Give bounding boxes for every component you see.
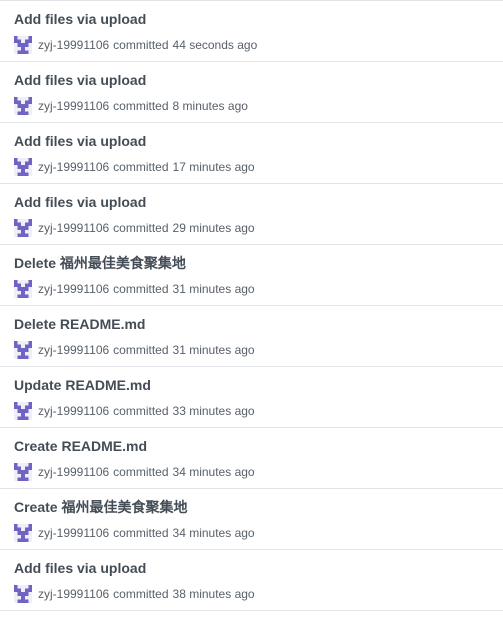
commit-row: Delete README.md zyj-19991106 committed … [0,306,503,367]
commit-row: Add files via upload zyj-19991106 commit… [0,1,503,62]
commit-message-link[interactable]: Create 福州最佳美食聚集地 [14,498,187,516]
identicon-avatar-icon[interactable] [14,402,32,420]
commit-list: Add files via upload zyj-19991106 commit… [0,0,503,611]
identicon-avatar-icon[interactable] [14,524,32,542]
commit-author-link[interactable]: zyj-19991106 [38,343,109,357]
commit-meta: zyj-19991106 committed 44 seconds ago [14,35,503,55]
commit-action: committed [113,526,169,540]
identicon-avatar-icon[interactable] [14,463,32,481]
commit-action: committed [113,99,169,113]
commit-author-link[interactable]: zyj-19991106 [38,465,109,479]
commit-message-link[interactable]: Update README.md [14,376,151,394]
commit-row: Create 福州最佳美食聚集地 zyj-19991106 committed … [0,489,503,550]
commit-message-link[interactable]: Add files via upload [14,10,146,28]
commit-meta: zyj-19991106 committed 31 minutes ago [14,340,503,360]
commit-action: committed [113,160,169,174]
commit-author-link[interactable]: zyj-19991106 [38,99,109,113]
commit-meta: zyj-19991106 committed 17 minutes ago [14,157,503,177]
commit-row: Create README.md zyj-19991106 committed … [0,428,503,489]
commit-time: 44 seconds ago [172,38,258,52]
commit-time: 34 minutes ago [172,526,255,540]
identicon-avatar-icon[interactable] [14,36,32,54]
commit-action: committed [113,465,169,479]
commit-author-link[interactable]: zyj-19991106 [38,404,109,418]
commit-message-link[interactable]: Add files via upload [14,71,146,89]
identicon-avatar-icon[interactable] [14,585,32,603]
commit-message-link[interactable]: Create README.md [14,437,147,455]
commit-message-link[interactable]: Delete 福州最佳美食聚集地 [14,254,186,272]
commit-row: Add files via upload zyj-19991106 commit… [0,123,503,184]
commit-row: Update README.md zyj-19991106 committed … [0,367,503,428]
commit-action: committed [113,38,169,52]
commit-row: Delete 福州最佳美食聚集地 zyj-19991106 committed … [0,245,503,306]
commit-time: 34 minutes ago [172,465,255,479]
commit-author-link[interactable]: zyj-19991106 [38,282,109,296]
commit-time: 33 minutes ago [172,404,255,418]
commit-time: 31 minutes ago [172,343,255,357]
commit-row: Add files via upload zyj-19991106 commit… [0,184,503,245]
commit-author-link[interactable]: zyj-19991106 [38,587,109,601]
commit-time: 31 minutes ago [172,282,255,296]
commit-meta: zyj-19991106 committed 29 minutes ago [14,218,503,238]
commit-message-link[interactable]: Add files via upload [14,193,146,211]
commit-row: Add files via upload zyj-19991106 commit… [0,62,503,123]
commit-meta: zyj-19991106 committed 33 minutes ago [14,401,503,421]
commit-meta: zyj-19991106 committed 31 minutes ago [14,279,503,299]
commit-time: 29 minutes ago [172,221,255,235]
commit-message-link[interactable]: Delete README.md [14,315,145,333]
commit-author-link[interactable]: zyj-19991106 [38,526,109,540]
identicon-avatar-icon[interactable] [14,341,32,359]
identicon-avatar-icon[interactable] [14,158,32,176]
commit-meta: zyj-19991106 committed 34 minutes ago [14,462,503,482]
identicon-avatar-icon[interactable] [14,97,32,115]
commit-time: 38 minutes ago [172,587,255,601]
identicon-avatar-icon[interactable] [14,280,32,298]
identicon-avatar-icon[interactable] [14,219,32,237]
commit-message-link[interactable]: Add files via upload [14,132,146,150]
commit-author-link[interactable]: zyj-19991106 [38,38,109,52]
commit-meta: zyj-19991106 committed 8 minutes ago [14,96,503,116]
commit-author-link[interactable]: zyj-19991106 [38,160,109,174]
commit-meta: zyj-19991106 committed 34 minutes ago [14,523,503,543]
commit-row: Add files via upload zyj-19991106 commit… [0,550,503,611]
commit-action: committed [113,404,169,418]
commit-action: committed [113,343,169,357]
commit-action: committed [113,221,169,235]
commit-author-link[interactable]: zyj-19991106 [38,221,109,235]
commit-time: 17 minutes ago [172,160,255,174]
commit-action: committed [113,587,169,601]
commit-time: 8 minutes ago [172,99,248,113]
commit-meta: zyj-19991106 committed 38 minutes ago [14,584,503,604]
commit-action: committed [113,282,169,296]
commit-message-link[interactable]: Add files via upload [14,559,146,577]
